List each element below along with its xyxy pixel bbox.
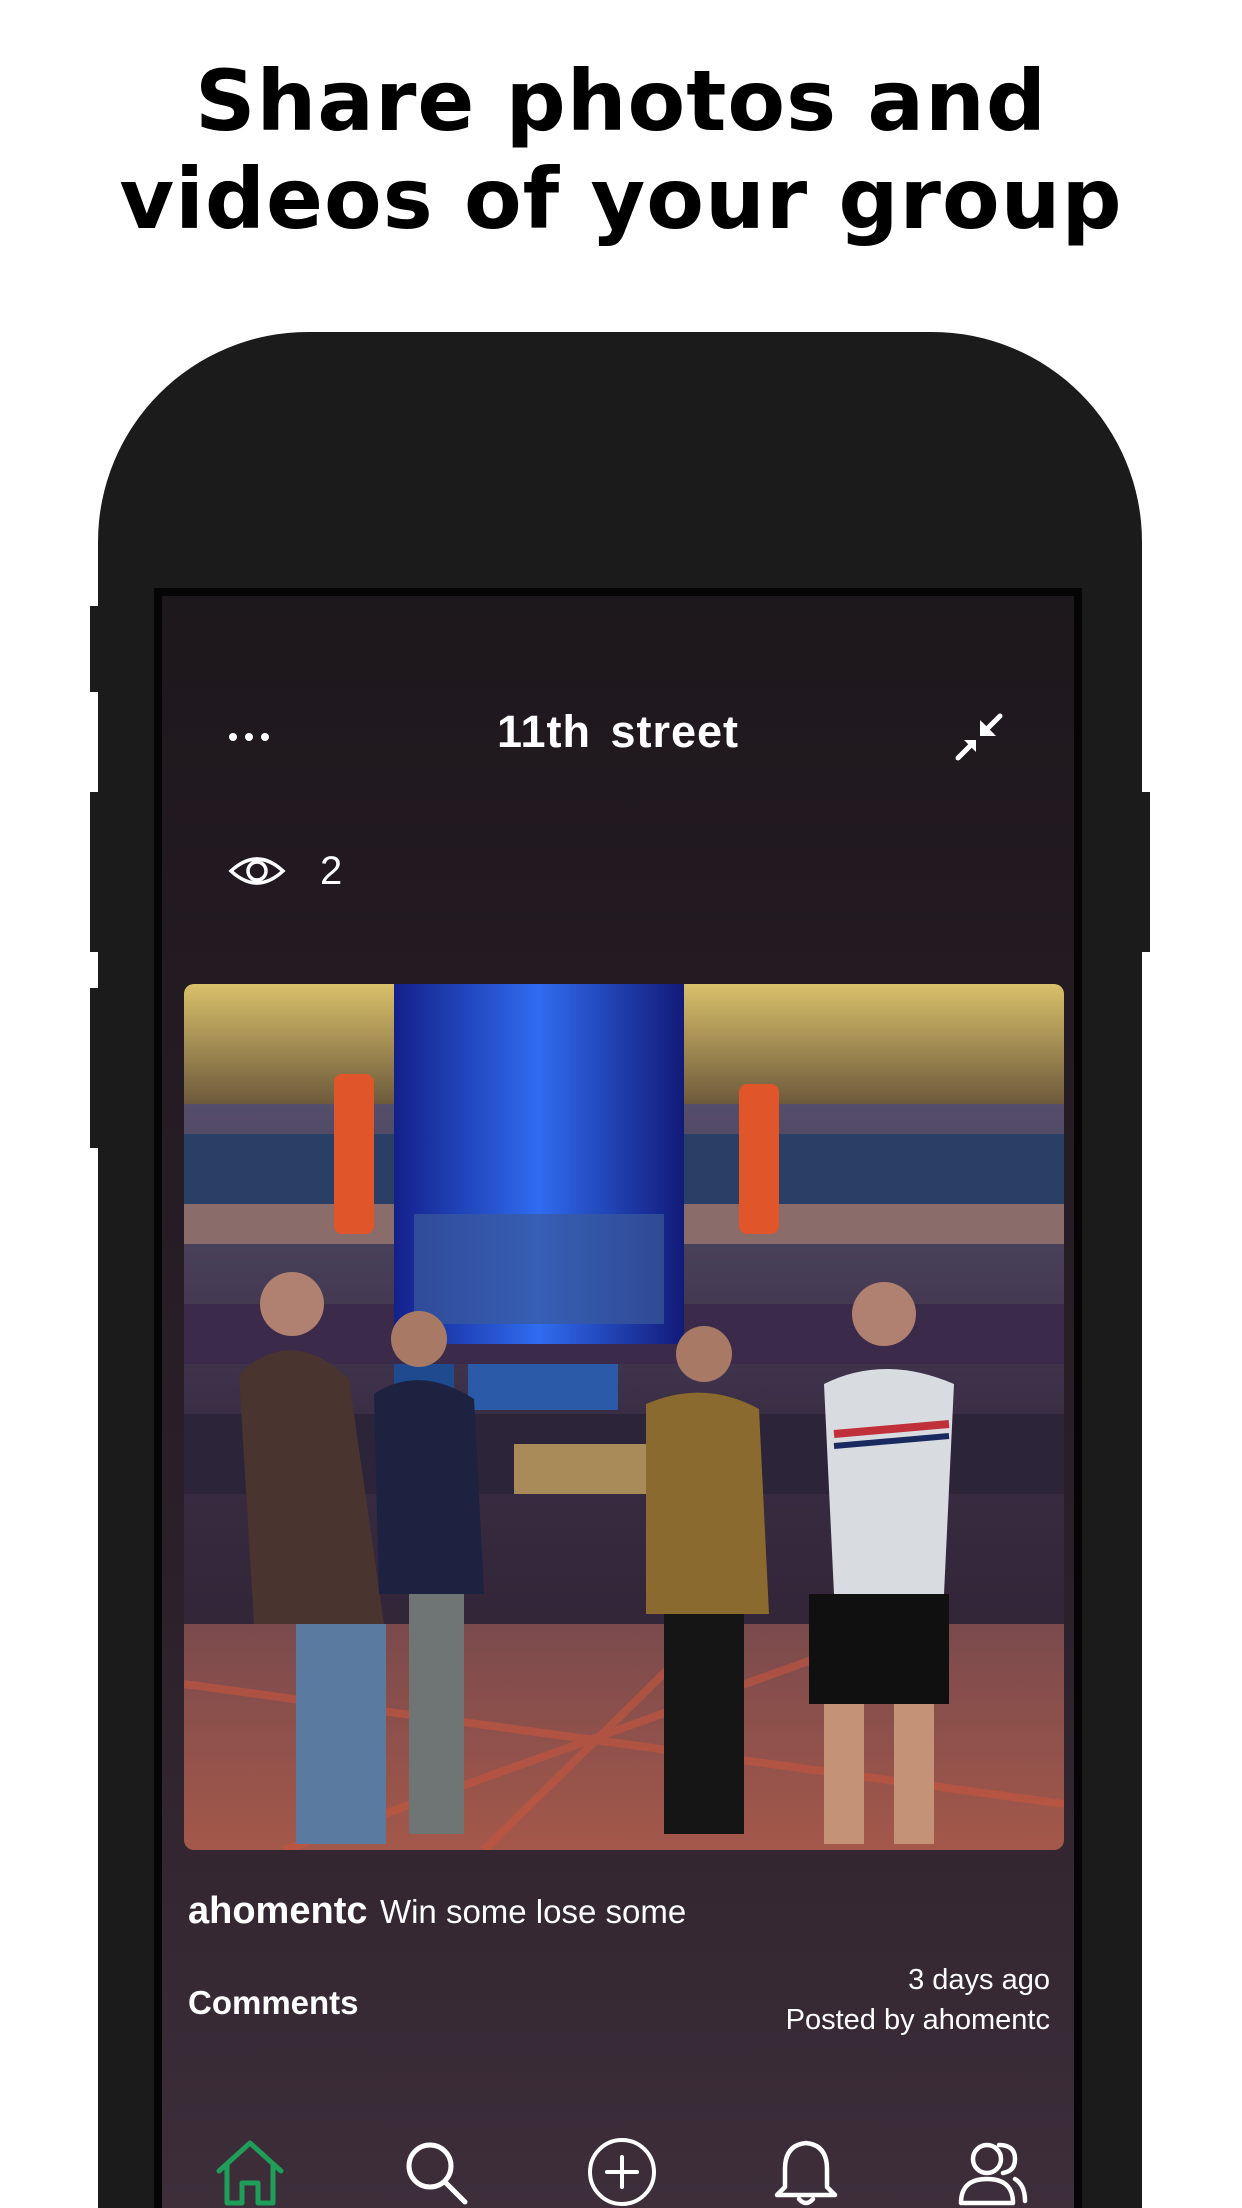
comments-button[interactable]: Comments [188, 1984, 359, 2022]
bell-icon [774, 2140, 838, 2206]
search-icon [406, 2142, 468, 2205]
tab-search[interactable] [396, 2134, 476, 2208]
post-time: 3 days ago [908, 1964, 1050, 1996]
collapse-button[interactable] [948, 706, 1010, 768]
group-photo [184, 984, 1064, 1850]
headline-line-2: videos of your group [119, 150, 1123, 248]
tab-notifications[interactable] [766, 2134, 846, 2208]
tab-home[interactable] [210, 2134, 290, 2208]
view-count: 2 [320, 848, 343, 893]
tab-add-post[interactable] [582, 2134, 662, 2208]
post-image[interactable] [184, 984, 1064, 1850]
post-caption-text: Win some lose some [379, 1893, 687, 1930]
post-username[interactable]: ahomentc [188, 1890, 367, 1932]
people-icon [958, 2142, 1028, 2206]
headline-line-1: Share photos and [195, 52, 1047, 150]
group-header: 11th street [162, 696, 1074, 776]
plus-circle-icon [588, 2138, 656, 2206]
post-author: Posted by ahomentc [785, 2004, 1050, 2036]
view-count-row: 2 [228, 846, 342, 896]
post-meta: 3 days ago Posted by ahomentc [786, 1960, 1050, 2040]
app-screen: 11th street 2 ahomentc Win some lose som… [154, 588, 1082, 2208]
group-title: 11th street [496, 706, 740, 757]
headline: Share photos and videos of your group [0, 52, 1242, 248]
bottom-tab-bar [162, 2130, 1074, 2208]
post-caption: ahomentc Win some lose some [188, 1890, 1068, 1933]
home-icon [216, 2140, 284, 2206]
collapse-arrows-icon [955, 713, 1003, 761]
eye-icon [228, 857, 286, 885]
tab-groups[interactable] [952, 2134, 1032, 2208]
